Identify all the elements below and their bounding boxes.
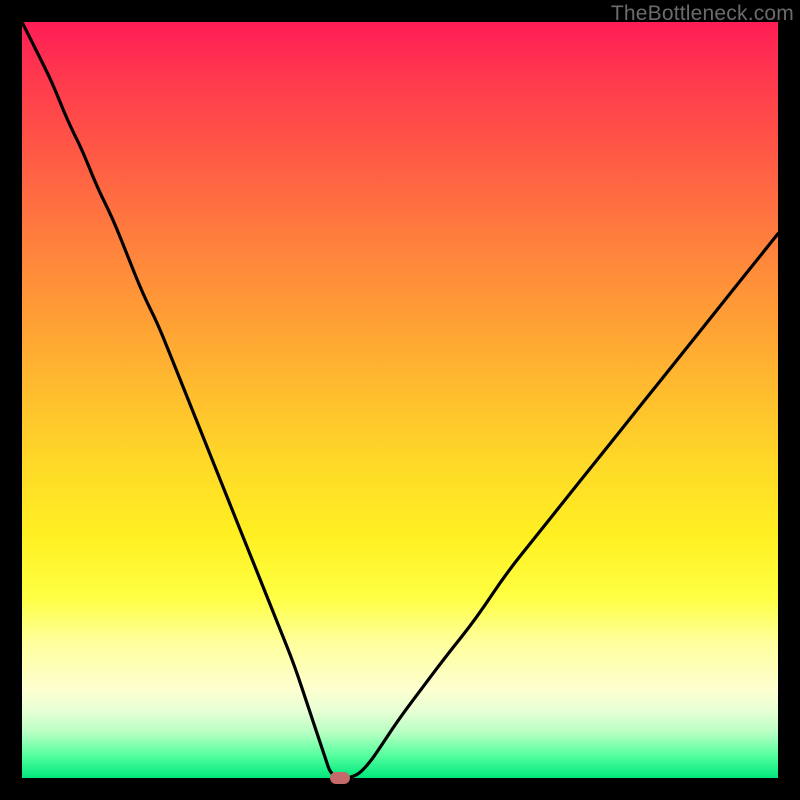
plot-area — [22, 22, 778, 778]
chart-frame: TheBottleneck.com — [0, 0, 800, 800]
watermark-text: TheBottleneck.com — [611, 2, 794, 26]
curve-svg — [22, 22, 778, 778]
optimal-point-marker — [330, 772, 350, 784]
bottleneck-curve — [22, 22, 778, 778]
